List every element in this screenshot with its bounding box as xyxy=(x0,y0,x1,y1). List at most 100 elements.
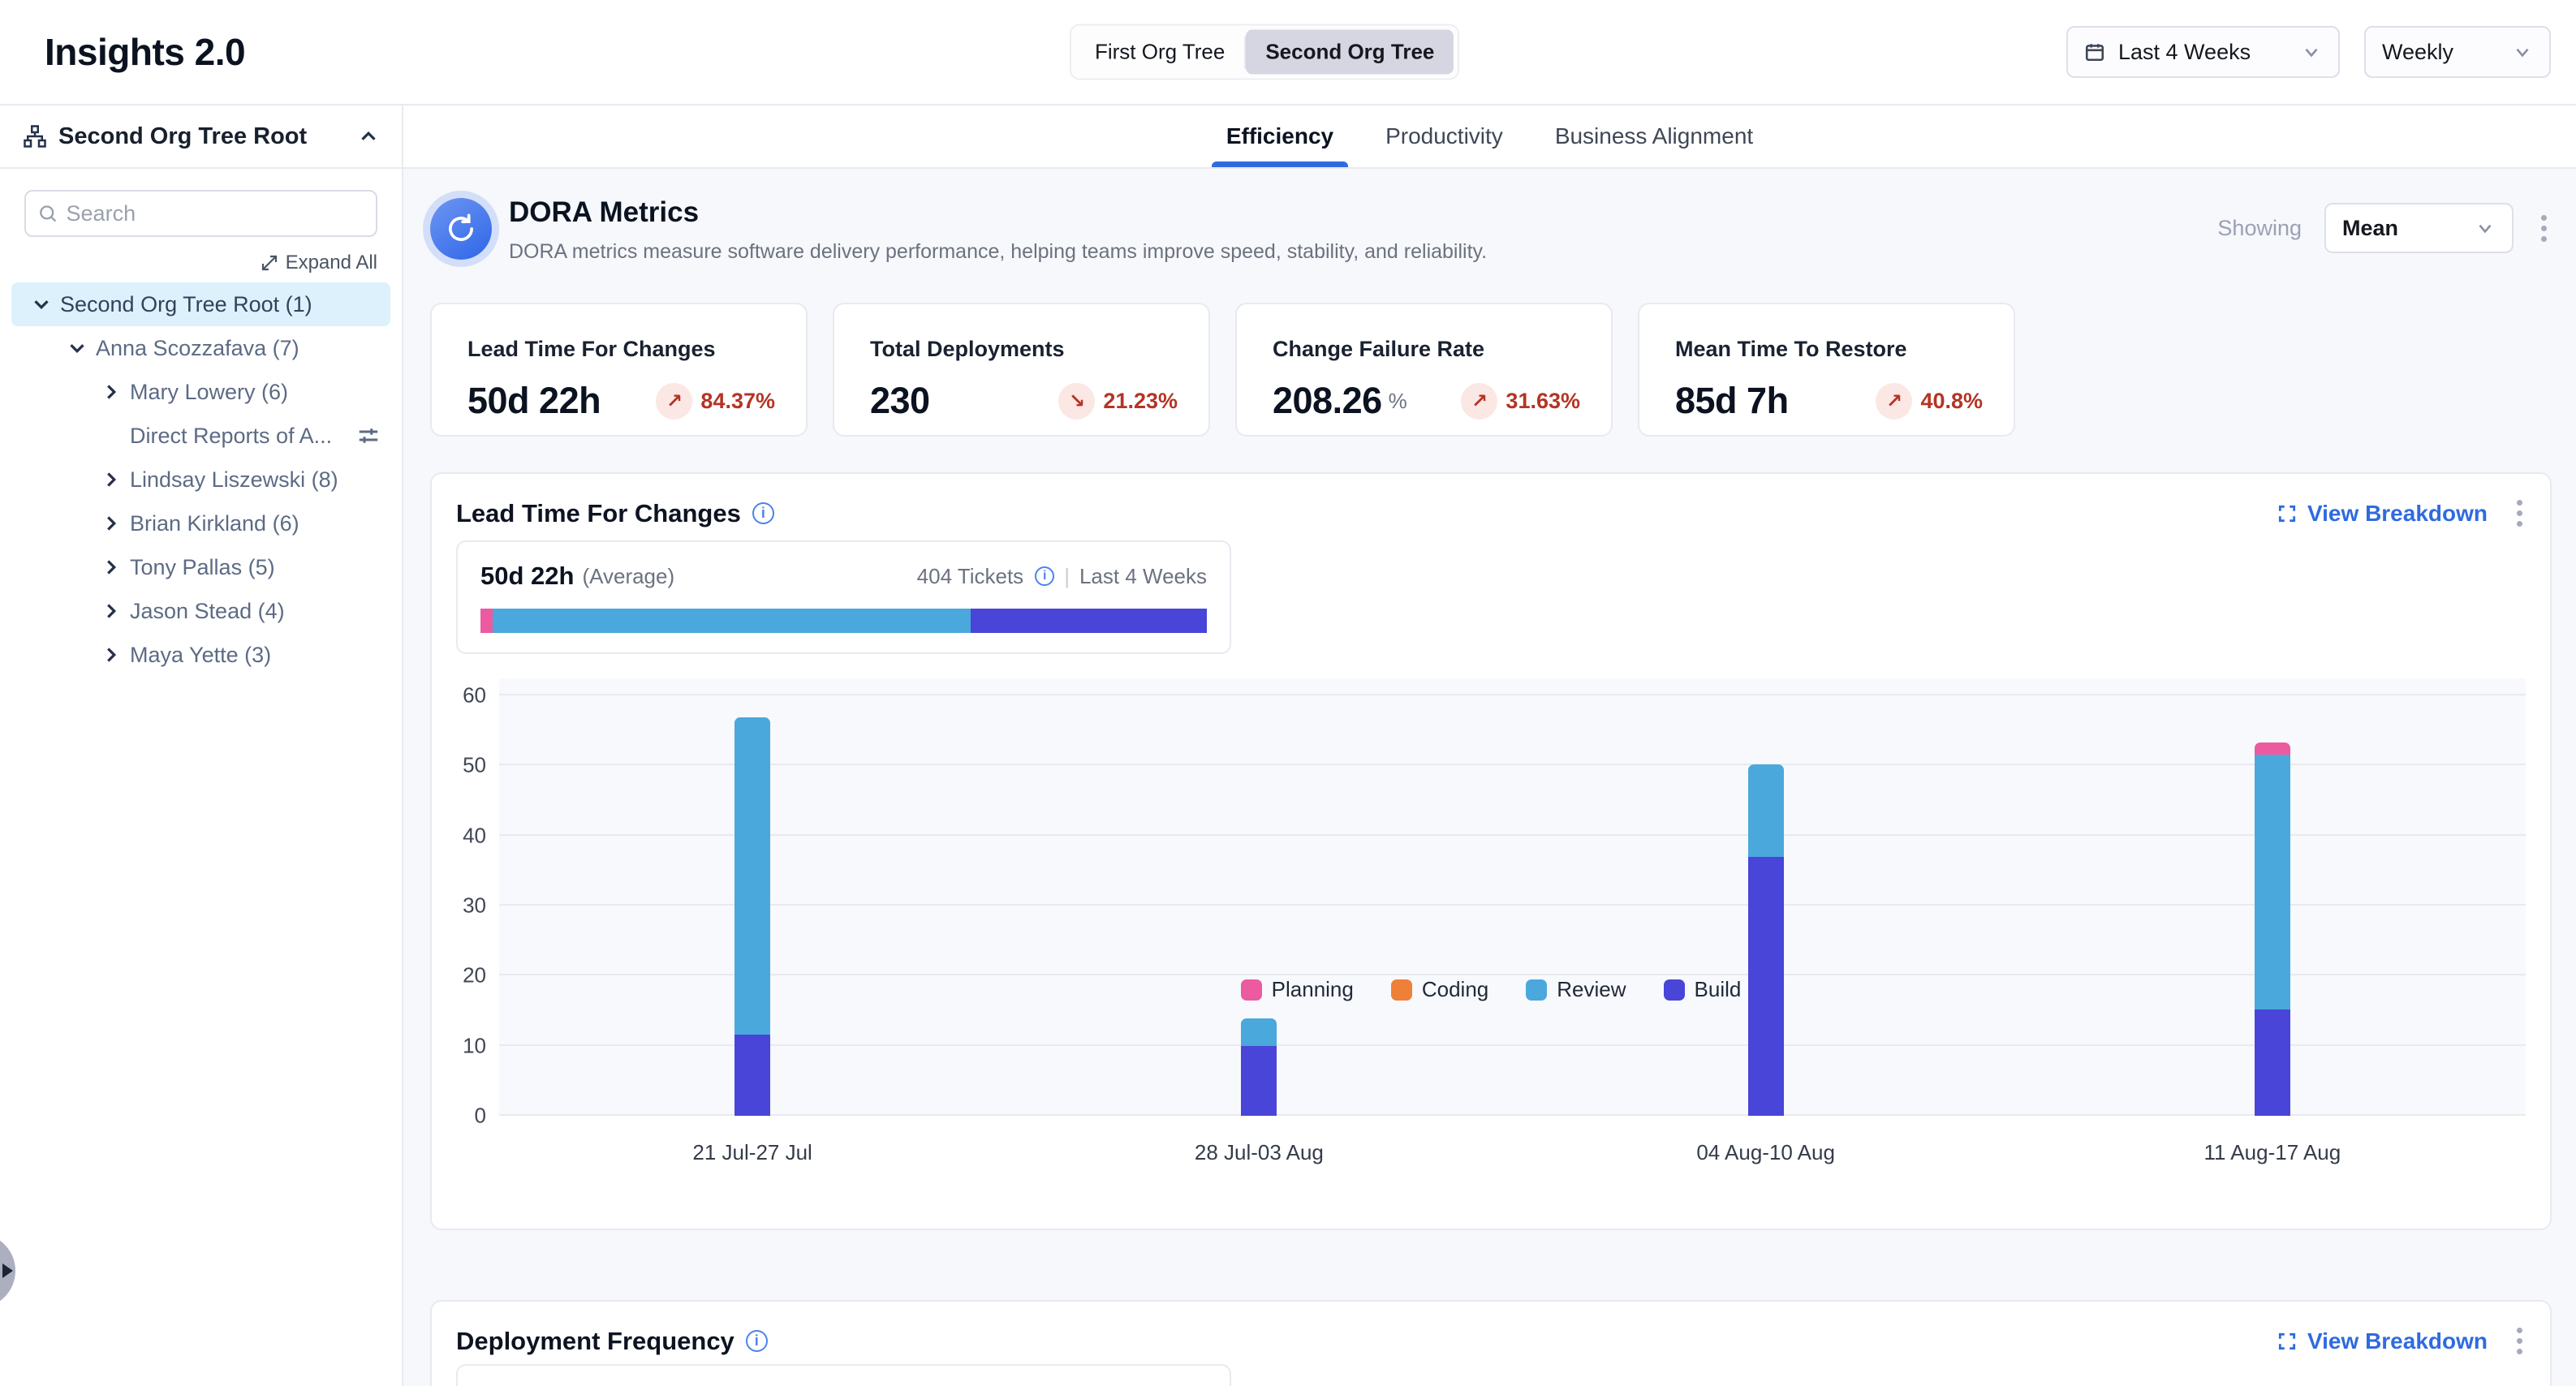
change-badge: ↘ 21.23% xyxy=(1058,383,1178,420)
tree-item-direct-reports-of-a[interactable]: Direct Reports of A... xyxy=(11,414,390,458)
tree-item-label: Anna Scozzafava (7) xyxy=(96,336,299,361)
bar-segment-build xyxy=(2255,1009,2290,1116)
view-breakdown-button[interactable]: View Breakdown xyxy=(2277,501,2488,527)
deployment-frequency-section: Deployment Frequency i View Breakdown xyxy=(430,1300,2552,1386)
lead-time-chart: 010203040506021 Jul-27 Jul28 Jul-03 Aug0… xyxy=(499,678,2526,1116)
tree-item-mary-lowery-6[interactable]: Mary Lowery (6) xyxy=(11,370,390,414)
view-breakdown-button[interactable]: View Breakdown xyxy=(2277,1328,2488,1354)
info-icon[interactable]: i xyxy=(752,502,774,524)
org-tree-toggle: First Org TreeSecond Org Tree xyxy=(1070,24,1459,80)
change-badge: ↗ 31.63% xyxy=(1461,383,1580,420)
gridline xyxy=(499,764,2526,765)
bar-segment-review xyxy=(2255,755,2290,1009)
chevron-up-icon[interactable] xyxy=(356,124,381,148)
metric-title: Change Failure Rate xyxy=(1273,337,1580,362)
legend-swatch xyxy=(1664,979,1685,1001)
info-icon[interactable]: i xyxy=(746,1330,768,1352)
gridline xyxy=(499,834,2526,836)
summary-period: Last 4 Weeks xyxy=(1079,564,1207,589)
bar-segment-planning xyxy=(2255,742,2290,755)
metric-card-total-deployments: Total Deployments 230 ↘ 21.23% xyxy=(833,303,1210,437)
tree-item-maya-yette-3[interactable]: Maya Yette (3) xyxy=(11,633,390,677)
legend-item-build[interactable]: Build xyxy=(1664,977,1742,1002)
bar-segment-build xyxy=(734,1035,770,1116)
tab-productivity[interactable]: Productivity xyxy=(1382,105,1506,167)
tree-item-label: Jason Stead (4) xyxy=(130,599,285,624)
date-range-select[interactable]: Last 4 Weeks xyxy=(2066,26,2340,78)
dora-description: DORA metrics measure software delivery p… xyxy=(509,240,1487,264)
org-toggle-second-org-tree[interactable]: Second Org Tree xyxy=(1246,30,1454,75)
y-axis-label: 50 xyxy=(421,753,486,778)
metric-unit: % xyxy=(1389,389,1407,414)
change-percent: 21.23% xyxy=(1103,389,1178,414)
deployment-frequency-title: Deployment Frequency xyxy=(456,1327,734,1356)
expand-corners-icon xyxy=(2277,1331,2298,1352)
sidebar-search[interactable] xyxy=(24,190,377,237)
filter-sliders-icon[interactable] xyxy=(356,424,381,448)
metric-card-mean-time-to-restore: Mean Time To Restore 85d 7h ↗ 40.8% xyxy=(1638,303,2015,437)
x-axis-label: 21 Jul-27 Jul xyxy=(606,1140,898,1165)
org-toggle-first-org-tree[interactable]: First Org Tree xyxy=(1075,30,1244,75)
calendar-icon xyxy=(2084,41,2105,62)
metric-title: Mean Time To Restore xyxy=(1675,337,1983,362)
tab-business-alignment[interactable]: Business Alignment xyxy=(1552,105,1756,167)
expand-all-button[interactable]: Expand All xyxy=(0,252,377,274)
legend-label: Planning xyxy=(1272,977,1354,1002)
lead-time-title: Lead Time For Changes xyxy=(456,499,741,528)
metric-value: 230 xyxy=(870,380,930,422)
gridline xyxy=(499,1044,2526,1046)
deployment-frequency-kebab-menu[interactable] xyxy=(2512,1323,2527,1359)
gridline xyxy=(499,974,2526,975)
lead-time-kebab-menu[interactable] xyxy=(2512,495,2527,532)
tab-efficiency[interactable]: Efficiency xyxy=(1223,105,1337,167)
granularity-select[interactable]: Weekly xyxy=(2364,26,2551,78)
stacked-bar-21-jul-27-jul[interactable] xyxy=(734,717,770,1116)
dora-title: DORA Metrics xyxy=(509,196,699,229)
tree-item-second-org-tree-root-1[interactable]: Second Org Tree Root (1) xyxy=(11,282,390,326)
legend-item-planning[interactable]: Planning xyxy=(1241,977,1354,1002)
tabs-bar: Efficiency Productivity Business Alignment xyxy=(403,105,2576,169)
sidebar: Second Org Tree Root Expand All Second O… xyxy=(0,105,403,1386)
showing-label: Showing xyxy=(2217,216,2302,241)
tree-item-anna-scozzafava-7[interactable]: Anna Scozzafava (7) xyxy=(11,326,390,370)
stacked-bar-28-jul-03-aug[interactable] xyxy=(1241,1018,1277,1116)
phase-segment-build xyxy=(971,609,1207,633)
chart-legend: Planning Coding Review Build xyxy=(432,977,2550,1002)
stacked-bar-04-aug-10-aug[interactable] xyxy=(1748,764,1784,1116)
tree-item-tony-pallas-5[interactable]: Tony Pallas (5) xyxy=(11,545,390,589)
phase-distribution-bar xyxy=(480,609,1207,633)
metric-value: 85d 7h xyxy=(1675,380,1789,422)
tree-item-label: Lindsay Liszewski (8) xyxy=(130,467,338,493)
stacked-bar-11-aug-17-aug[interactable] xyxy=(2255,742,2290,1116)
lead-time-section: Lead Time For Changes i View Breakdown 5… xyxy=(430,472,2552,1230)
top-bar: Insights 2.0 First Org TreeSecond Org Tr… xyxy=(0,0,2576,105)
summary-value: 50d 22h xyxy=(480,562,574,591)
y-axis-label: 30 xyxy=(421,893,486,919)
summary-qualifier: (Average) xyxy=(582,564,674,589)
showing-select[interactable]: Mean xyxy=(2324,203,2514,253)
search-input[interactable] xyxy=(67,201,364,226)
tree-item-brian-kirkland-6[interactable]: Brian Kirkland (6) xyxy=(11,501,390,545)
lead-time-summary-card: 50d 22h (Average) 404 Tickets i | Last 4… xyxy=(456,540,1231,654)
chevron-icon xyxy=(99,511,123,536)
metric-title: Total Deployments xyxy=(870,337,1178,362)
tree-item-jason-stead-4[interactable]: Jason Stead (4) xyxy=(11,589,390,633)
main-area: Efficiency Productivity Business Alignment… xyxy=(403,105,2576,1386)
sidebar-header[interactable]: Second Org Tree Root xyxy=(0,105,402,169)
y-axis-label: 0 xyxy=(421,1104,486,1129)
trend-down-icon: ↘ xyxy=(1058,383,1095,420)
metric-value: 208.26 xyxy=(1273,380,1382,422)
expand-corners-icon xyxy=(2277,503,2298,524)
info-icon[interactable]: i xyxy=(1035,566,1054,586)
gridline xyxy=(499,694,2526,695)
tree-item-label: Direct Reports of A... xyxy=(130,424,332,449)
legend-item-coding[interactable]: Coding xyxy=(1391,977,1488,1002)
y-axis-label: 10 xyxy=(421,1033,486,1058)
sidebar-root-title: Second Org Tree Root xyxy=(58,123,345,150)
tree-item-lindsay-liszewski-8[interactable]: Lindsay Liszewski (8) xyxy=(11,458,390,501)
dora-kebab-menu[interactable] xyxy=(2536,210,2552,247)
expand-diagonal-icon xyxy=(260,253,279,273)
y-axis-label: 40 xyxy=(421,823,486,848)
legend-label: Coding xyxy=(1422,977,1488,1002)
legend-item-review[interactable]: Review xyxy=(1526,977,1626,1002)
